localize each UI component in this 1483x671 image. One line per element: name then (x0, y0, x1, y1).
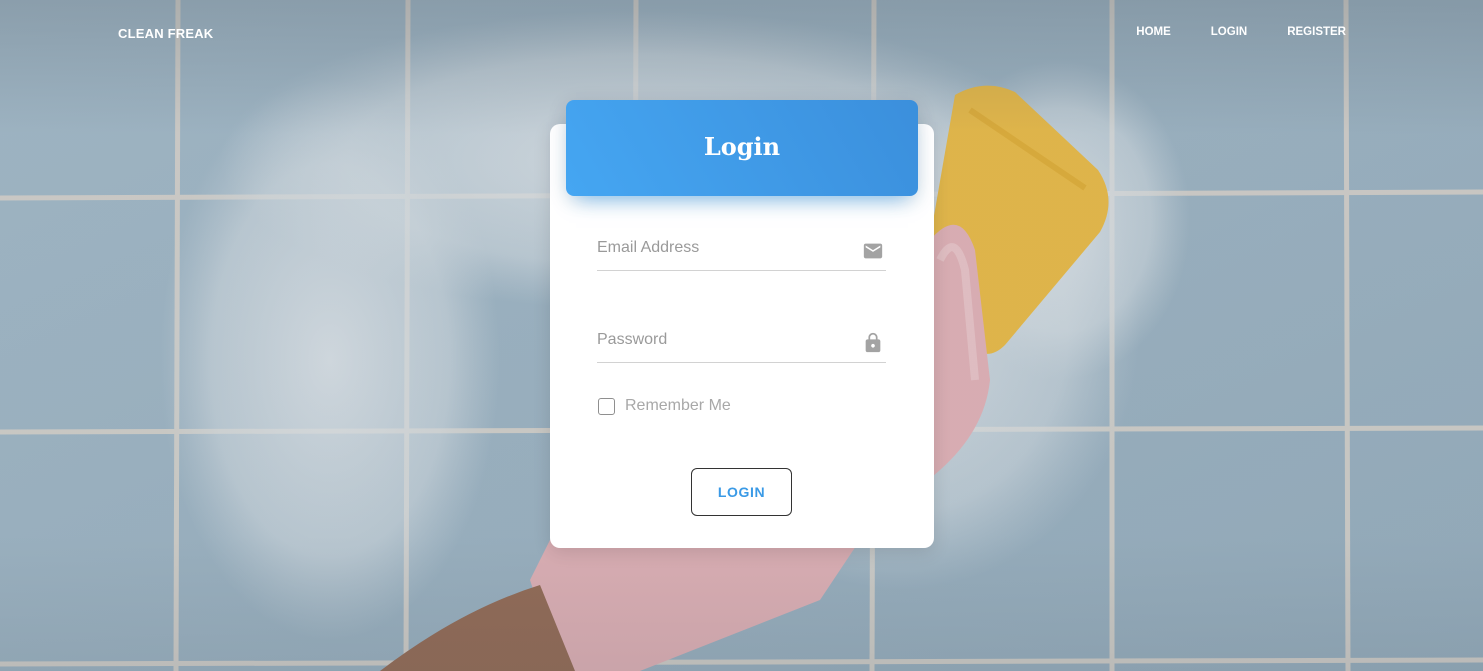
remember-me[interactable]: Remember Me (598, 397, 731, 415)
login-title: Login (703, 131, 781, 161)
password-field-wrapper (597, 322, 886, 363)
nav-link-register[interactable]: REGISTER (1287, 26, 1346, 38)
brand-logo[interactable]: CLEAN FREAK (118, 26, 213, 41)
nav-link-home[interactable]: HOME (1136, 26, 1171, 38)
email-field-wrapper (597, 230, 886, 271)
lock-icon (865, 332, 881, 353)
nav-link-login[interactable]: LOGIN (1211, 26, 1247, 38)
password-field[interactable] (597, 322, 847, 358)
login-page: CLEAN FREAK HOME LOGIN REGISTER Login Re… (0, 0, 1483, 671)
login-card-header: Login (566, 100, 918, 196)
top-nav: HOME LOGIN REGISTER (1096, 26, 1346, 38)
remember-me-label: Remember Me (625, 397, 731, 414)
login-button[interactable]: LOGIN (691, 468, 792, 516)
email-field[interactable] (597, 230, 847, 266)
email-icon (863, 243, 883, 259)
remember-me-checkbox[interactable] (598, 397, 615, 415)
